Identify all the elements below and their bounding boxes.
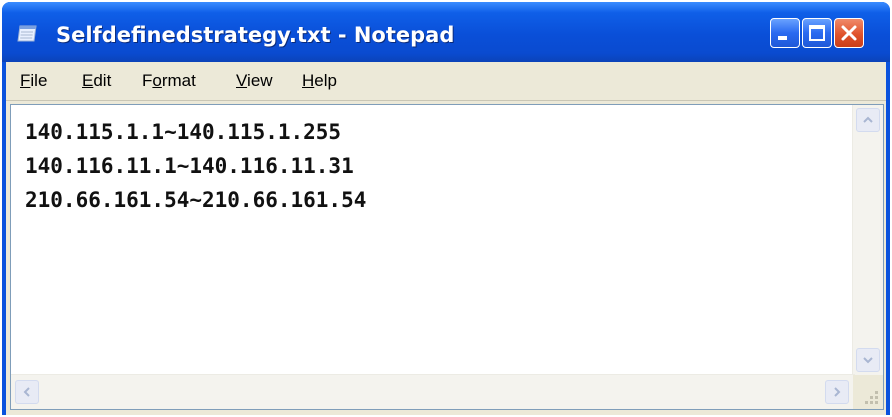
client-area: File Edit Format View Help 140.115.1.1~1…: [6, 62, 886, 415]
resize-grip-icon: [865, 391, 878, 404]
scroll-down-button[interactable]: [856, 348, 880, 372]
menu-help[interactable]: Help: [302, 71, 337, 91]
window-title: Selfdefinedstrategy.txt - Notepad: [56, 23, 455, 47]
text-line: 210.66.161.54~210.66.161.54: [25, 188, 367, 212]
maximize-icon: [809, 25, 825, 41]
notepad-window: Selfdefinedstrategy.txt - Notepad File E…: [2, 2, 890, 415]
scroll-right-button[interactable]: [825, 380, 849, 404]
text-line: 140.116.11.1~140.116.11.31: [25, 154, 354, 178]
size-grip[interactable]: [853, 375, 883, 409]
notepad-icon: [17, 25, 37, 42]
menu-file[interactable]: File: [20, 71, 47, 91]
menu-edit[interactable]: Edit: [82, 71, 111, 91]
scroll-up-button[interactable]: [856, 108, 880, 132]
arrow-right-icon: [834, 387, 841, 397]
menu-format[interactable]: Format: [142, 71, 196, 91]
vertical-scrollbar[interactable]: [852, 105, 883, 375]
minimize-icon: [778, 36, 787, 40]
close-icon: [841, 25, 857, 41]
maximize-button[interactable]: [802, 18, 832, 48]
close-button[interactable]: [834, 18, 864, 48]
minimize-button[interactable]: [770, 18, 800, 48]
scroll-left-button[interactable]: [15, 380, 39, 404]
text-line: 140.115.1.1~140.115.1.255: [25, 120, 342, 144]
arrow-up-icon: [863, 116, 873, 123]
editor-text[interactable]: 140.115.1.1~140.115.1.255 140.116.11.1~14…: [25, 115, 366, 217]
menu-bar: File Edit Format View Help: [6, 62, 886, 101]
arrow-left-icon: [23, 387, 30, 397]
text-editor[interactable]: 140.115.1.1~140.115.1.255 140.116.11.1~14…: [10, 104, 884, 410]
title-bar[interactable]: Selfdefinedstrategy.txt - Notepad: [2, 2, 890, 62]
menu-view[interactable]: View: [236, 71, 273, 91]
arrow-down-icon: [863, 357, 873, 364]
horizontal-scrollbar[interactable]: [11, 374, 855, 409]
